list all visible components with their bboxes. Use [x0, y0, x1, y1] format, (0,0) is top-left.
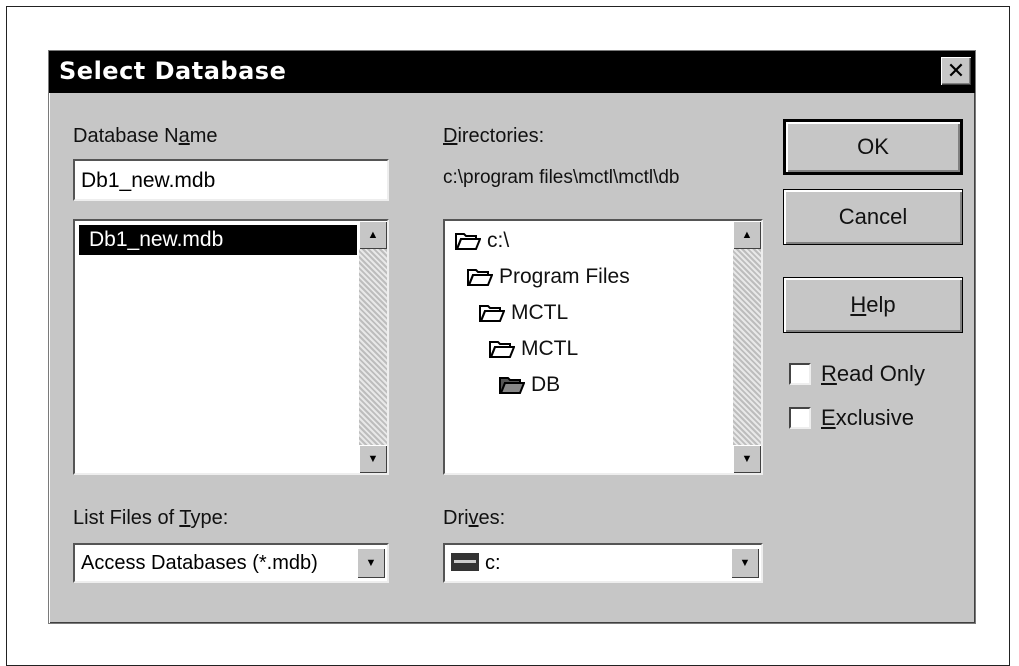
close-icon: ✕: [946, 58, 966, 84]
dir-item-c[interactable]: c:\: [455, 229, 509, 253]
file-type-dropdown-button[interactable]: ▼: [357, 548, 385, 578]
read-only-option[interactable]: Read Only: [789, 361, 925, 387]
database-name-label: Database Name: [73, 125, 218, 147]
dir-item-label: Program Files: [499, 265, 630, 288]
database-name-value: Db1_new.mdb: [81, 169, 216, 192]
file-type-value: Access Databases (*.mdb): [81, 552, 318, 574]
scroll-down-button[interactable]: ▼: [359, 445, 387, 473]
arrow-up-icon: ▲: [741, 229, 753, 241]
dir-item-label: MCTL: [521, 337, 579, 360]
scroll-up-button[interactable]: ▲: [733, 221, 761, 249]
drives-label: Drives:: [443, 507, 506, 529]
file-list-scrollbar[interactable]: ▲ ▼: [359, 221, 387, 473]
drives-select[interactable]: c: ▼: [443, 543, 763, 583]
open-folder-icon: [455, 233, 481, 250]
drives-value: c:: [451, 552, 727, 575]
scroll-down-button[interactable]: ▼: [733, 445, 761, 473]
title-bar[interactable]: Select Database ✕: [49, 51, 975, 93]
cancel-button-label: Cancel: [838, 204, 908, 229]
file-type-label: List Files of Type:: [73, 507, 229, 529]
arrow-up-icon: ▲: [367, 229, 379, 241]
list-item-selected[interactable]: Db1_new.mdb: [79, 225, 357, 255]
dir-item-label: c:\: [487, 229, 510, 252]
drives-dropdown-button[interactable]: ▼: [731, 548, 759, 578]
drive-letter: c:: [485, 552, 501, 574]
dir-item-program-files[interactable]: Program Files: [467, 265, 630, 289]
exclusive-option[interactable]: Exclusive: [789, 405, 914, 431]
dir-item-db[interactable]: DB: [499, 373, 560, 397]
directory-tree[interactable]: c:\ Program Files MCTL MCTL DB ▲ ▼: [443, 219, 763, 475]
exclusive-label: Exclusive: [821, 405, 914, 430]
select-database-dialog: Select Database ✕ Database Name Db1_new.…: [48, 50, 976, 624]
current-path: c:\program files\mctl\mctl\db: [443, 167, 680, 188]
chevron-down-icon: ▼: [365, 557, 377, 569]
cancel-button[interactable]: Cancel: [783, 189, 963, 245]
chevron-down-icon: ▼: [739, 557, 751, 569]
read-only-label: Read Only: [821, 361, 925, 386]
exclusive-checkbox[interactable]: [789, 407, 811, 429]
help-button-label: Help: [850, 292, 896, 317]
list-item-label: Db1_new.mdb: [89, 228, 224, 251]
read-only-checkbox[interactable]: [789, 363, 811, 385]
ok-button-label: OK: [857, 134, 889, 159]
directories-label: Directories:: [443, 125, 545, 147]
ok-button[interactable]: OK: [783, 119, 963, 175]
dialog-title: Select Database: [59, 57, 287, 85]
database-file-list[interactable]: Db1_new.mdb ▲ ▼: [73, 219, 389, 475]
dir-item-label: DB: [531, 373, 561, 396]
open-folder-icon: [467, 269, 493, 286]
arrow-down-icon: ▼: [367, 453, 379, 465]
open-folder-icon: [479, 305, 505, 322]
close-button[interactable]: ✕: [941, 57, 971, 85]
arrow-down-icon: ▼: [741, 453, 753, 465]
hard-drive-icon: [451, 552, 479, 571]
scroll-up-button[interactable]: ▲: [359, 221, 387, 249]
database-name-input[interactable]: Db1_new.mdb: [73, 159, 389, 201]
help-button[interactable]: Help: [783, 277, 963, 333]
open-folder-icon: [489, 341, 515, 358]
open-folder-icon: [499, 377, 525, 394]
file-type-select[interactable]: Access Databases (*.mdb) ▼: [73, 543, 389, 583]
dir-item-mctl-sub[interactable]: MCTL: [489, 337, 578, 361]
directory-scrollbar[interactable]: ▲ ▼: [733, 221, 761, 473]
dir-item-mctl[interactable]: MCTL: [479, 301, 568, 325]
dir-item-label: MCTL: [511, 301, 569, 324]
